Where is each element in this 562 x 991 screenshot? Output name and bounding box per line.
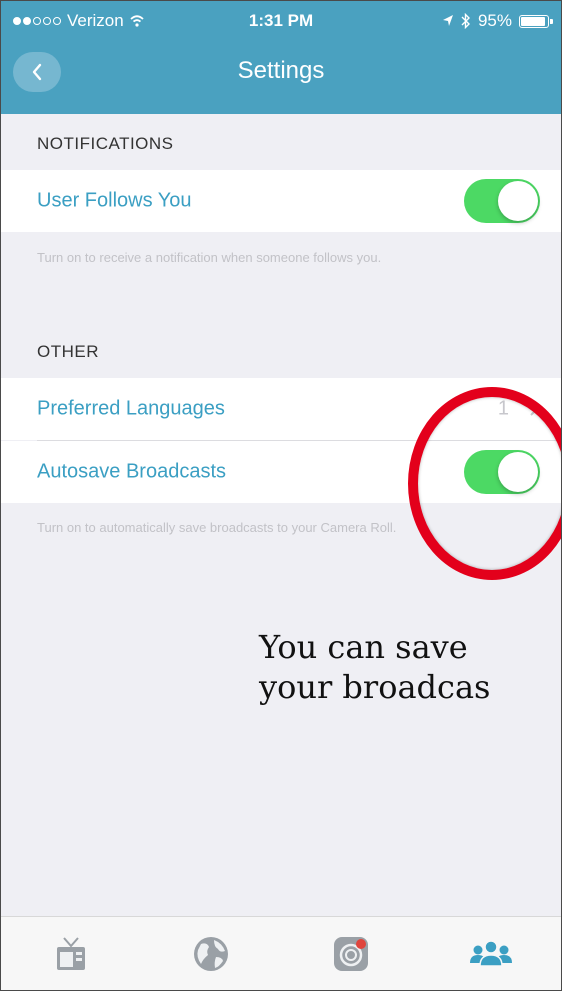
tab-global[interactable]	[141, 917, 281, 990]
highlight-ring	[408, 387, 561, 580]
user-follows-label: User Follows You	[37, 189, 192, 212]
bluetooth-icon	[461, 13, 470, 29]
page-title: Settings	[237, 57, 325, 84]
people-icon	[470, 939, 512, 967]
camera-icon	[334, 936, 368, 971]
tv-icon	[57, 936, 85, 970]
location-icon	[442, 15, 453, 26]
tab-tv[interactable]	[1, 917, 141, 990]
notifications-footnote: Turn on to receive a notification when s…	[37, 250, 382, 265]
phone-screen: Verizon 1:31 PM 95% Settings NOTIFICATIO…	[0, 0, 562, 991]
preferred-languages-label: Preferred Languages	[37, 397, 225, 420]
annotation-caption: You can save your broadcas	[259, 627, 490, 707]
globe-icon	[194, 936, 228, 971]
other-footnote: Turn on to automatically save broadcasts…	[37, 520, 397, 535]
navigation-header: Verizon 1:31 PM 95% Settings	[1, 1, 561, 114]
tab-bar	[1, 916, 561, 990]
caption-line-2: your broadcas	[259, 668, 491, 706]
battery-percent: 95%	[477, 11, 512, 30]
section-header-notifications: NOTIFICATIONS	[37, 134, 174, 153]
battery-icon	[519, 14, 553, 28]
user-follows-toggle[interactable]	[464, 179, 540, 223]
tab-people[interactable]	[421, 917, 561, 990]
section-header-other: OTHER	[37, 342, 99, 361]
caption-line-1: You can save	[259, 628, 468, 666]
tab-broadcast[interactable]	[281, 917, 421, 990]
user-follows-row[interactable]: User Follows You	[1, 170, 561, 232]
autosave-label: Autosave Broadcasts	[37, 460, 226, 483]
status-bar: Verizon 1:31 PM 95%	[1, 1, 561, 37]
